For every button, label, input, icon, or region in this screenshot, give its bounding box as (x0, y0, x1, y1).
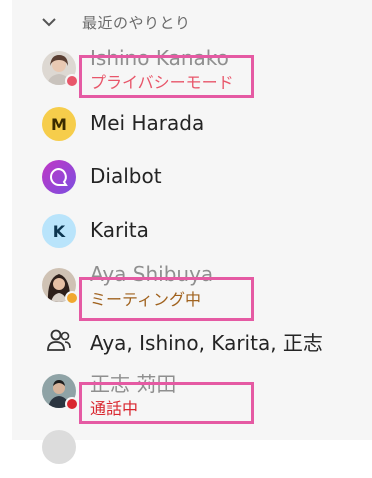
contact-item-karita[interactable]: K Karita (42, 205, 372, 257)
status-dot (65, 397, 79, 411)
section-title: 最近のやりとり (82, 13, 191, 32)
chevron-down-icon[interactable] (40, 13, 58, 31)
group-icon (42, 323, 76, 357)
avatar (42, 160, 76, 194)
highlight-box (79, 277, 254, 321)
avatar (42, 374, 79, 411)
highlight-box (79, 55, 254, 98)
highlight-box (79, 382, 254, 424)
contact-name: Karita (90, 218, 149, 242)
avatar-initial: K (52, 221, 66, 241)
avatar: M (42, 107, 76, 141)
contact-name: Mei Harada (90, 111, 205, 135)
avatar (42, 430, 76, 464)
avatar: K (42, 214, 76, 248)
contact-item-dialbot[interactable]: Dialbot (42, 151, 372, 203)
avatar (42, 51, 79, 88)
avatar (42, 268, 79, 305)
recent-section-header[interactable]: 最近のやりとり (40, 8, 191, 36)
contact-item-group-chat[interactable]: Aya, Ishino, Karita, 正志 (42, 314, 372, 366)
contact-name: Aya, Ishino, Karita, 正志 (90, 331, 323, 355)
contact-name: Dialbot (90, 164, 162, 188)
contact-item-mei-harada[interactable]: M Mei Harada (42, 98, 372, 150)
status-dot (65, 74, 79, 88)
recent-contacts-panel: 最近のやりとり Ishino Kanako プライバシーモード M Mei Ha… (0, 0, 372, 464)
contact-item-partial[interactable] (42, 426, 372, 478)
avatar-initial: M (51, 114, 67, 134)
chat-bubble-icon (42, 160, 76, 194)
status-dot (65, 291, 79, 305)
